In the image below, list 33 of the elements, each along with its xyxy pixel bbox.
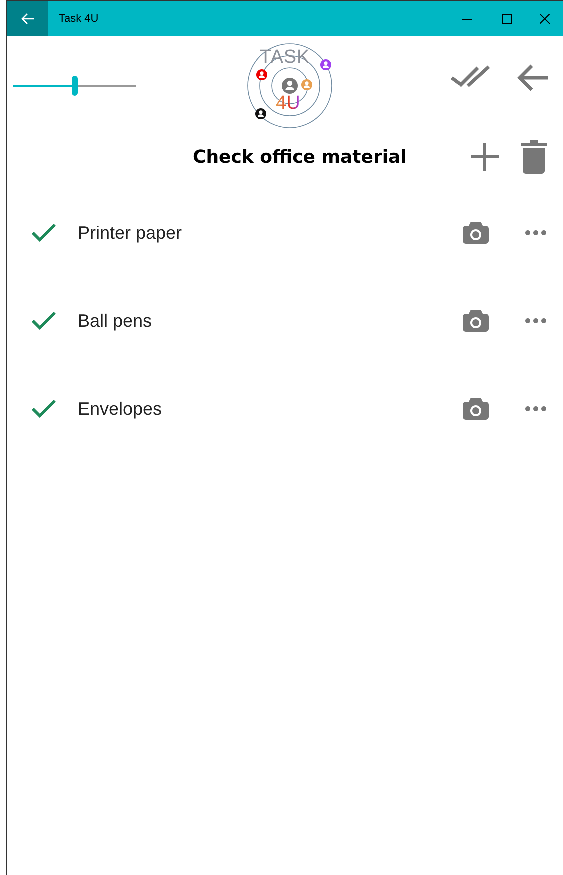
checkbox[interactable] (32, 400, 56, 418)
back-icon (20, 12, 34, 24)
more-icon (525, 406, 547, 412)
more-icon (525, 230, 547, 236)
add-button[interactable] (471, 143, 499, 171)
zoom-slider[interactable] (13, 76, 136, 96)
list-title: Check office material (193, 146, 407, 168)
item-label: Printer paper (78, 222, 182, 244)
checkbox[interactable] (32, 224, 56, 242)
more-icon (525, 318, 547, 324)
check-icon (32, 224, 56, 242)
camera-icon (463, 222, 489, 244)
trash-icon (521, 140, 547, 174)
item-label: Ball pens (78, 310, 152, 332)
back-arrow-icon (517, 64, 549, 92)
window-title: Task 4U (59, 12, 99, 24)
camera-button[interactable] (463, 222, 489, 244)
check-icon (32, 400, 56, 418)
maximize-icon (502, 14, 512, 24)
camera-icon (463, 398, 489, 420)
close-icon (540, 14, 550, 24)
plus-icon (471, 143, 499, 171)
camera-button[interactable] (463, 310, 489, 332)
more-button[interactable] (525, 230, 547, 236)
checkbox[interactable] (32, 312, 56, 330)
delete-button[interactable] (521, 140, 547, 174)
more-button[interactable] (525, 406, 547, 412)
camera-icon (463, 310, 489, 332)
back-button[interactable] (517, 64, 549, 92)
item-label: Envelopes (78, 398, 162, 420)
more-button[interactable] (525, 318, 547, 324)
camera-button[interactable] (463, 398, 489, 420)
check-icon (32, 312, 56, 330)
